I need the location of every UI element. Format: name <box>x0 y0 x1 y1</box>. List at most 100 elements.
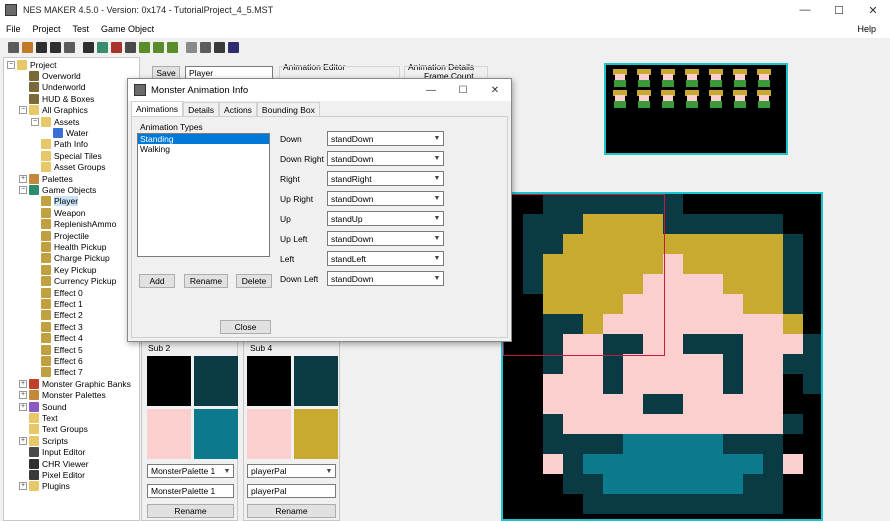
tree-node[interactable]: Effect 5 <box>31 344 83 355</box>
tree-node[interactable]: Effect 6 <box>31 355 83 367</box>
toolbar-icon-13[interactable] <box>200 41 211 53</box>
tree-node[interactable]: Asset Groups <box>31 162 106 173</box>
sub-4-rename-button[interactable]: Rename <box>247 504 336 518</box>
sub-2-color-0[interactable] <box>147 356 191 406</box>
tree-node[interactable]: Health Pickup <box>31 241 106 253</box>
menu-game-object[interactable]: Game Object <box>95 24 160 34</box>
direction-animation-select[interactable]: standLeft ▼ <box>327 251 444 266</box>
tree-node[interactable]: Text <box>19 412 58 424</box>
tree-expander-icon[interactable]: + <box>19 482 27 491</box>
maximize-button[interactable]: ☐ <box>822 0 856 20</box>
tree-expander-icon[interactable]: + <box>19 379 27 388</box>
pixel-canvas[interactable] <box>501 192 823 521</box>
tree-node[interactable]: Overworld <box>19 70 81 82</box>
direction-animation-select[interactable]: standDown ▼ <box>327 131 444 146</box>
tree-node[interactable]: Effect 3 <box>31 321 83 332</box>
sub-2-rename-button[interactable]: Rename <box>147 504 234 518</box>
tree-expander-icon[interactable]: + <box>19 174 27 183</box>
tree-node[interactable]: + Monster Palettes <box>19 390 106 401</box>
direction-animation-select[interactable]: standDown ▼ <box>327 191 444 206</box>
close-button[interactable]: ✕ <box>856 0 890 20</box>
tree-node[interactable]: ReplenishAmmo <box>31 219 116 230</box>
direction-animation-select[interactable]: standDown ▼ <box>327 151 444 166</box>
tree-expander-icon[interactable]: − <box>19 106 27 115</box>
sub-4-palette-select[interactable]: playerPal ▼ <box>247 464 336 478</box>
toolbar-icon-14[interactable] <box>214 41 225 53</box>
sub-4-color-3[interactable] <box>294 409 338 459</box>
tree-node[interactable]: Currency Pickup <box>31 276 116 287</box>
tree-node[interactable]: Projectile <box>31 230 89 241</box>
tree-node[interactable]: Pixel Editor <box>19 469 85 481</box>
tree-node[interactable]: Water <box>43 127 88 139</box>
tree-node[interactable]: Effect 2 <box>31 310 83 321</box>
dialog-maximize-button[interactable]: ☐ <box>447 79 479 101</box>
menu-test[interactable]: Test <box>67 24 96 34</box>
tree-node[interactable]: − Assets <box>31 116 80 127</box>
direction-animation-select[interactable]: standDown ▼ <box>327 271 444 286</box>
add-button[interactable]: Add <box>139 274 175 288</box>
tree-node[interactable]: Key Pickup <box>31 264 97 275</box>
toolbar-icon-5[interactable] <box>83 41 94 53</box>
direction-animation-select[interactable]: standUp ▼ <box>327 211 444 226</box>
menu-project[interactable]: Project <box>27 24 67 34</box>
sub-2-palette-select[interactable]: MonsterPalette 1 ▼ <box>147 464 234 478</box>
tree-node[interactable]: Underworld <box>19 82 85 93</box>
sub-4-name-field[interactable]: playerPal <box>247 484 336 498</box>
tree-node[interactable]: Special Tiles <box>31 150 102 161</box>
tree-node[interactable]: Effect 0 <box>31 287 83 298</box>
tree-node[interactable]: Player <box>31 196 79 207</box>
toolbar-icon-8[interactable] <box>125 41 136 53</box>
delete-button[interactable]: Delete <box>236 274 272 288</box>
tree-node[interactable]: Charge Pickup <box>31 253 110 264</box>
sub-2-color-3[interactable] <box>194 409 238 459</box>
tree-expander-icon[interactable]: − <box>19 186 27 195</box>
tab-actions[interactable]: Actions <box>219 102 257 116</box>
toolbar-icon-15[interactable] <box>228 41 239 53</box>
tree-node[interactable]: − All Graphics <box>19 105 88 116</box>
toolbar-icon-6[interactable] <box>97 41 108 53</box>
toolbar-icon-11[interactable] <box>167 41 178 53</box>
direction-animation-select[interactable]: standRight ▼ <box>327 171 444 186</box>
tree-node[interactable]: − Game Objects <box>19 184 96 196</box>
dialog-close-button[interactable]: ✕ <box>479 79 511 101</box>
sub-4-color-0[interactable] <box>247 356 291 406</box>
animation-types-list[interactable]: Standing Walking <box>137 133 270 257</box>
tab-animations[interactable]: Animations <box>131 101 184 116</box>
sub-4-color-1[interactable] <box>294 356 338 406</box>
toolbar-icon-7[interactable] <box>111 41 122 53</box>
sub-4-color-2[interactable] <box>247 409 291 459</box>
list-item-standing[interactable]: Standing <box>138 134 269 144</box>
toolbar-icon-4[interactable] <box>64 41 75 53</box>
tree-node[interactable]: Effect 1 <box>31 298 83 310</box>
toolbar-icon-3[interactable] <box>50 41 61 53</box>
list-item-walking[interactable]: Walking <box>138 144 269 154</box>
rename-button[interactable]: Rename <box>184 274 228 288</box>
toolbar-icon-2[interactable] <box>36 41 47 53</box>
toolbar-icon-0[interactable] <box>8 41 19 53</box>
tree-expander-icon[interactable]: − <box>31 117 39 126</box>
dialog-close-action-button[interactable]: Close <box>220 320 271 334</box>
toolbar-icon-1[interactable] <box>22 41 33 53</box>
dialog-minimize-button[interactable]: — <box>415 79 447 101</box>
tree-expander-icon[interactable]: + <box>19 436 27 445</box>
sub-2-color-2[interactable] <box>147 409 191 459</box>
tree-expander-icon[interactable]: + <box>19 402 27 411</box>
tree-node[interactable]: Path Info <box>31 139 88 150</box>
tree-node[interactable]: CHR Viewer <box>19 458 89 469</box>
tree-node[interactable]: Effect 7 <box>31 367 83 378</box>
tree-node[interactable]: Text Groups <box>19 424 88 435</box>
minimize-button[interactable]: — <box>788 0 822 20</box>
sub-2-name-field[interactable]: MonsterPalette 1 <box>147 484 234 498</box>
tree-node[interactable]: − Project <box>7 59 56 70</box>
tree-node[interactable]: + Sound <box>19 401 67 412</box>
sub-2-color-1[interactable] <box>194 356 238 406</box>
toolbar-icon-9[interactable] <box>139 41 150 53</box>
sprite-sheet-preview[interactable] <box>604 63 788 155</box>
direction-animation-select[interactable]: standDown ▼ <box>327 231 444 246</box>
tree-node[interactable]: + Scripts <box>19 435 68 446</box>
toolbar-icon-10[interactable] <box>153 41 164 53</box>
tree-node[interactable]: Weapon <box>31 207 86 218</box>
tree-node[interactable]: + Monster Graphic Banks <box>19 378 131 389</box>
tree-expander-icon[interactable]: + <box>19 391 27 400</box>
tree-node[interactable]: + Palettes <box>19 173 73 184</box>
